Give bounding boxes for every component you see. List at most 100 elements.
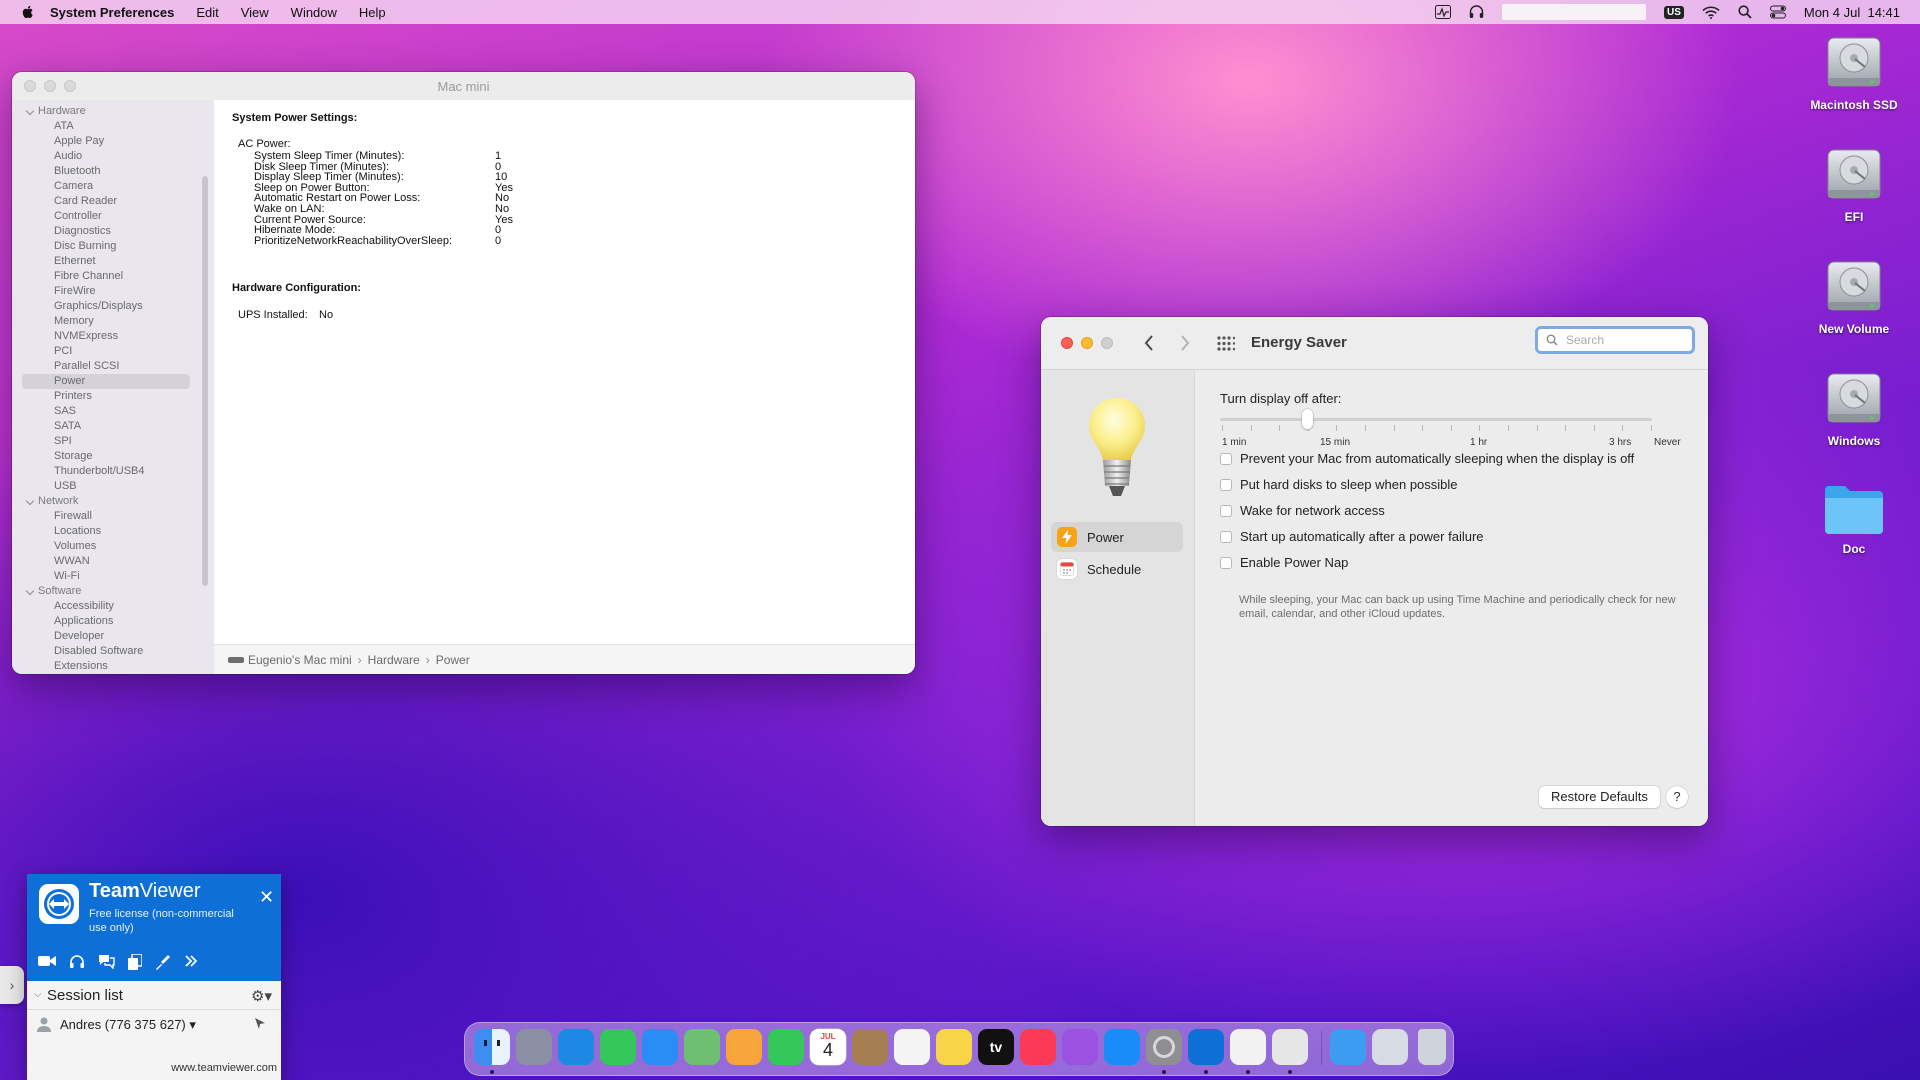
session-item[interactable]: Andres (776 375 627) ▾ xyxy=(27,1010,281,1038)
energy-toolbar[interactable]: Energy Saver xyxy=(1041,317,1708,370)
checkbox-prevent-sleep[interactable]: Prevent your Mac from automatically slee… xyxy=(1220,451,1634,466)
nav-item-power[interactable]: Power xyxy=(1051,522,1183,552)
dock-contacts-icon[interactable] xyxy=(852,1029,888,1065)
dock-tv-icon[interactable]: tv xyxy=(978,1029,1014,1065)
desktop-icon-macintosh-ssd[interactable]: Macintosh SSD xyxy=(1794,34,1914,112)
session-list-header[interactable]: ⌵ Session list ⚙▾ xyxy=(27,981,281,1010)
desktop-icon-efi[interactable]: EFI xyxy=(1794,146,1914,224)
sidebar-item-applications[interactable]: Applications xyxy=(12,614,214,629)
dock-teamviewer-icon[interactable] xyxy=(1188,1029,1224,1065)
sidebar-group-hardware[interactable]: Hardware xyxy=(12,104,214,119)
dock-textedit-icon[interactable] xyxy=(1230,1029,1266,1065)
teamviewer-website-link[interactable]: www.teamviewer.com xyxy=(171,1062,277,1074)
sidebar-scrollbar[interactable] xyxy=(202,176,208,586)
dock-mail-icon[interactable] xyxy=(642,1029,678,1065)
back-chevron-icon[interactable] xyxy=(1143,334,1155,352)
sidebar-item-parallel-scsi[interactable]: Parallel SCSI xyxy=(12,359,214,374)
checkbox-box[interactable] xyxy=(1220,452,1232,465)
sidebar-item-apple-pay[interactable]: Apple Pay xyxy=(12,134,214,149)
headphones-icon[interactable] xyxy=(1469,5,1484,19)
forward-chevron-icon[interactable] xyxy=(1179,334,1191,352)
sidebar-item-locations[interactable]: Locations xyxy=(12,524,214,539)
sidebar-item-wi-fi[interactable]: Wi-Fi xyxy=(12,569,214,584)
control-center-icon[interactable] xyxy=(1769,5,1786,19)
chevron-down-icon[interactable]: ⌵ xyxy=(34,989,42,1000)
files-icon[interactable] xyxy=(128,954,142,970)
dock-safari-icon[interactable] xyxy=(558,1029,594,1065)
desktop-icon-windows[interactable]: Windows xyxy=(1794,370,1914,448)
desktop-icon-new-volume[interactable]: New Volume xyxy=(1794,258,1914,336)
sidebar-item-extensions[interactable]: Extensions xyxy=(12,659,214,674)
checkbox-box[interactable] xyxy=(1220,556,1232,569)
sysinfo-titlebar[interactable]: Mac mini xyxy=(12,72,915,101)
path-computer[interactable]: Eugenio's Mac mini xyxy=(248,653,352,667)
path-hardware[interactable]: Hardware xyxy=(368,653,420,667)
chat-icon[interactable] xyxy=(98,954,115,969)
sidebar-item-card-reader[interactable]: Card Reader xyxy=(12,194,214,209)
sidebar-item-thunderbolt-usb4[interactable]: Thunderbolt/USB4 xyxy=(12,464,214,479)
checkbox-box[interactable] xyxy=(1220,478,1232,491)
path-power[interactable]: Power xyxy=(436,653,470,667)
sidebar-item-sas[interactable]: SAS xyxy=(12,404,214,419)
display-off-slider-thumb[interactable] xyxy=(1302,409,1313,429)
sidebar-group-software[interactable]: Software xyxy=(12,584,214,599)
display-off-slider-track[interactable] xyxy=(1220,418,1652,421)
menu-edit[interactable]: Edit xyxy=(196,5,218,20)
preferences-search-field[interactable] xyxy=(1535,326,1695,354)
checkbox-wake-network[interactable]: Wake for network access xyxy=(1220,503,1385,518)
apple-menu-icon[interactable] xyxy=(20,4,36,20)
zoom-window-button[interactable] xyxy=(1101,337,1113,349)
close-window-button[interactable] xyxy=(1061,337,1073,349)
sidebar-item-audio[interactable]: Audio xyxy=(12,149,214,164)
sidebar-item-developer[interactable]: Developer xyxy=(12,629,214,644)
headset-icon[interactable] xyxy=(69,954,85,970)
sidebar-item-printers[interactable]: Printers xyxy=(12,389,214,404)
sidebar-item-disabled-software[interactable]: Disabled Software xyxy=(12,644,214,659)
dock-maps-icon[interactable] xyxy=(684,1029,720,1065)
sidebar-item-firewire[interactable]: FireWire xyxy=(12,284,214,299)
dock-messages-icon[interactable] xyxy=(600,1029,636,1065)
checkbox-power-nap[interactable]: Enable Power Nap xyxy=(1220,555,1348,570)
sidebar-item-disc-burning[interactable]: Disc Burning xyxy=(12,239,214,254)
sidebar-item-nvmexpress[interactable]: NVMExpress xyxy=(12,329,214,344)
gear-icon[interactable]: ⚙▾ xyxy=(251,987,272,1005)
dock-calendar-icon[interactable]: JUL 4 xyxy=(810,1029,846,1065)
nav-item-schedule[interactable]: Schedule xyxy=(1051,554,1183,584)
dock-music-icon[interactable] xyxy=(1020,1029,1056,1065)
desktop-icon-doc[interactable]: Doc xyxy=(1794,482,1914,556)
restore-defaults-button[interactable]: Restore Defaults xyxy=(1539,786,1660,808)
sidebar-item-ata[interactable]: ATA xyxy=(12,119,214,134)
dock-screenshot-icon[interactable] xyxy=(1372,1029,1408,1065)
menu-app-name[interactable]: System Preferences xyxy=(50,5,174,20)
dock-notes-icon[interactable] xyxy=(936,1029,972,1065)
menu-view[interactable]: View xyxy=(241,5,269,20)
dock-launchpad-icon[interactable] xyxy=(516,1029,552,1065)
wifi-icon[interactable] xyxy=(1702,6,1720,19)
checkbox-box[interactable] xyxy=(1220,530,1232,543)
tools-wrench-icon[interactable] xyxy=(155,954,171,970)
sidebar-item-accessibility[interactable]: Accessibility xyxy=(12,599,214,614)
dock-preview-icon[interactable] xyxy=(1272,1029,1308,1065)
sidebar-item-wwan[interactable]: WWAN xyxy=(12,554,214,569)
checkbox-box[interactable] xyxy=(1220,504,1232,517)
sidebar-item-usb[interactable]: USB xyxy=(12,479,214,494)
dock-podcasts-icon[interactable] xyxy=(1062,1029,1098,1065)
spotlight-search-icon[interactable] xyxy=(1738,5,1752,19)
sidebar-item-graphics-displays[interactable]: Graphics/Displays xyxy=(12,299,214,314)
sidebar-item-sata[interactable]: SATA xyxy=(12,419,214,434)
sidebar-group-network[interactable]: Network xyxy=(12,494,214,509)
dock-photos-icon[interactable] xyxy=(726,1029,762,1065)
dock-facetime-icon[interactable] xyxy=(768,1029,804,1065)
sidebar-item-diagnostics[interactable]: Diagnostics xyxy=(12,224,214,239)
input-source-badge[interactable]: US xyxy=(1663,5,1684,19)
sidebar-item-fibre-channel[interactable]: Fibre Channel xyxy=(12,269,214,284)
show-all-grid-icon[interactable] xyxy=(1217,336,1235,351)
dock-trash-icon[interactable] xyxy=(1418,1029,1446,1065)
minimize-window-button[interactable] xyxy=(1081,337,1093,349)
sidebar-item-power[interactable]: Power xyxy=(22,374,190,389)
dock-downloads-icon[interactable] xyxy=(1330,1029,1366,1065)
dock-finder-icon[interactable] xyxy=(474,1029,510,1065)
dock-system-preferences-icon[interactable] xyxy=(1146,1029,1182,1065)
sidebar-item-firewall[interactable]: Firewall xyxy=(12,509,214,524)
menu-clock[interactable]: Mon 4 Jul 14:41 xyxy=(1804,5,1900,20)
